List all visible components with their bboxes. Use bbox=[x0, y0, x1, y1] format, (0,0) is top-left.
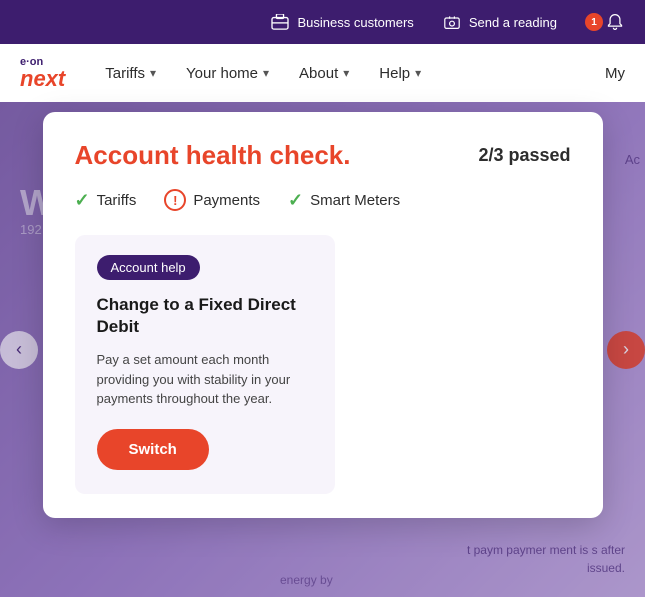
nav-your-home[interactable]: Your home ▾ bbox=[186, 65, 269, 82]
check-payments: ! Payments bbox=[164, 189, 260, 211]
notification-badge: 1 bbox=[585, 13, 603, 31]
business-customers-link[interactable]: Business customers bbox=[270, 12, 413, 32]
nav-help[interactable]: Help ▾ bbox=[379, 65, 421, 82]
health-checks-list: ✓ Tariffs ! Payments ✓ Smart Meters bbox=[75, 189, 571, 211]
modal-overlay: Account health check. 2/3 passed ✓ Tarif… bbox=[0, 102, 645, 597]
info-card: Account help Change to a Fixed Direct De… bbox=[75, 235, 335, 494]
chevron-down-icon: ▾ bbox=[150, 66, 156, 80]
modal-header: Account health check. 2/3 passed bbox=[75, 140, 571, 171]
info-card-title: Change to a Fixed Direct Debit bbox=[97, 294, 313, 338]
main-nav: e·on next Tariffs ▾ Your home ▾ About ▾ … bbox=[0, 44, 645, 102]
chevron-down-icon: ▾ bbox=[415, 66, 421, 80]
nav-tariffs[interactable]: Tariffs ▾ bbox=[105, 65, 156, 82]
send-reading-link[interactable]: Send a reading bbox=[442, 12, 557, 32]
modal-passed: 2/3 passed bbox=[478, 145, 570, 166]
info-card-description: Pay a set amount each month providing yo… bbox=[97, 350, 313, 409]
check-pass-icon: ✓ bbox=[288, 190, 303, 211]
meter-icon bbox=[442, 12, 462, 32]
nav-my-label: My bbox=[605, 65, 625, 82]
logo: e·on next bbox=[20, 57, 65, 90]
send-reading-label: Send a reading bbox=[469, 15, 557, 30]
nav-about-label: About bbox=[299, 65, 338, 82]
chevron-down-icon: ▾ bbox=[263, 66, 269, 80]
check-payments-label: Payments bbox=[193, 192, 260, 209]
check-pass-icon: ✓ bbox=[75, 190, 90, 211]
top-bar: Business customers Send a reading 1 bbox=[0, 0, 645, 44]
check-smart-meters: ✓ Smart Meters bbox=[288, 190, 400, 211]
notification-area[interactable]: 1 bbox=[585, 12, 625, 32]
account-help-badge: Account help bbox=[97, 255, 200, 280]
business-customers-label: Business customers bbox=[297, 15, 413, 30]
check-warning-icon: ! bbox=[164, 189, 186, 211]
chevron-down-icon: ▾ bbox=[343, 66, 349, 80]
switch-button[interactable]: Switch bbox=[97, 429, 209, 470]
nav-help-label: Help bbox=[379, 65, 410, 82]
product-name: next bbox=[20, 68, 65, 90]
check-tariffs-label: Tariffs bbox=[97, 192, 137, 209]
modal-title: Account health check. bbox=[75, 140, 351, 171]
check-smart-meters-label: Smart Meters bbox=[310, 192, 400, 209]
nav-my[interactable]: My bbox=[605, 65, 625, 82]
nav-tariffs-label: Tariffs bbox=[105, 65, 145, 82]
nav-about[interactable]: About ▾ bbox=[299, 65, 349, 82]
check-tariffs: ✓ Tariffs bbox=[75, 190, 137, 211]
nav-your-home-label: Your home bbox=[186, 65, 258, 82]
health-check-modal: Account health check. 2/3 passed ✓ Tarif… bbox=[43, 112, 603, 518]
bell-icon bbox=[605, 12, 625, 32]
briefcase-icon bbox=[270, 12, 290, 32]
